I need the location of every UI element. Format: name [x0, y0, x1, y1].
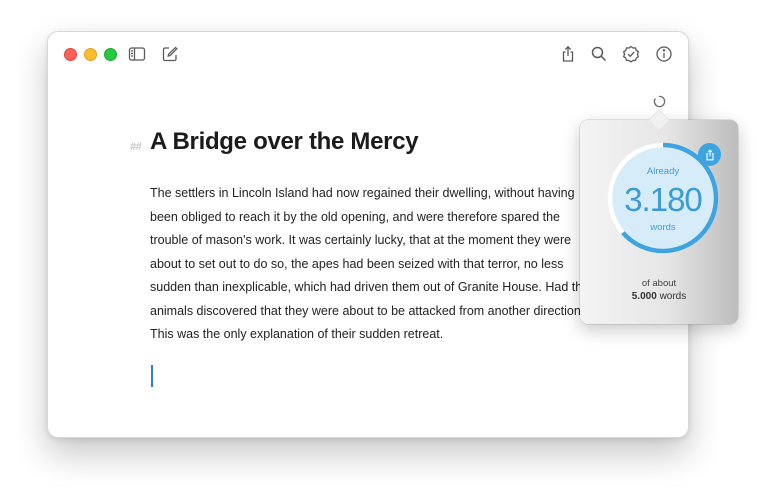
- search-icon: [591, 46, 607, 62]
- info-icon: [656, 46, 672, 62]
- search-button[interactable]: [590, 45, 608, 63]
- text-cursor: [151, 365, 153, 387]
- goal-prefix: of about: [641, 278, 677, 289]
- words-label: words: [650, 222, 676, 233]
- body-line: about to set out to do so, the apes had …: [150, 256, 564, 271]
- sidebar-toggle-button[interactable]: [128, 45, 146, 63]
- body-line: The settlers in Lincoln Island had now r…: [150, 186, 575, 200]
- share-icon: [562, 45, 574, 62]
- progress-spinner-icon[interactable]: [653, 95, 666, 108]
- body-line: animals discovered that they were about …: [150, 303, 588, 318]
- new-sheet-button[interactable]: [161, 45, 179, 63]
- body-line: been obliged to reach it by the old open…: [150, 209, 561, 224]
- goals-button[interactable]: [622, 45, 640, 63]
- close-window-button[interactable]: [64, 48, 77, 61]
- word-goal-popover: Already 3.180 words of about 5.000 words: [580, 110, 738, 324]
- goal-unit: words: [659, 291, 687, 302]
- word-count: 3.180: [624, 181, 703, 218]
- document-body[interactable]: The settlers in Lincoln Island had now r…: [150, 182, 610, 347]
- goal-target: 5.000 words: [580, 291, 738, 302]
- heading-marker: ##: [130, 141, 142, 153]
- window-controls: [64, 48, 117, 61]
- sidebar-icon: [128, 47, 146, 61]
- zoom-window-button[interactable]: [104, 48, 117, 61]
- info-button[interactable]: [655, 45, 673, 63]
- body-line: sudden than inexplicable, which had driv…: [150, 280, 590, 294]
- compose-icon: [162, 46, 178, 62]
- document-content[interactable]: ## A Bridge over the Mercy The settlers …: [130, 128, 610, 347]
- already-label: Already: [646, 166, 680, 177]
- share-goal-button[interactable]: [698, 143, 721, 166]
- share-button[interactable]: [559, 45, 577, 63]
- body-line: trouble of mason's work. It was certainl…: [150, 233, 572, 247]
- share-icon: [705, 148, 714, 160]
- minimize-window-button[interactable]: [84, 48, 97, 61]
- checkmark-badge-icon: [622, 45, 640, 63]
- goal-number: 5.000: [631, 291, 657, 302]
- document-title[interactable]: A Bridge over the Mercy: [150, 128, 610, 156]
- body-line: This was the only explanation of their s…: [150, 327, 444, 341]
